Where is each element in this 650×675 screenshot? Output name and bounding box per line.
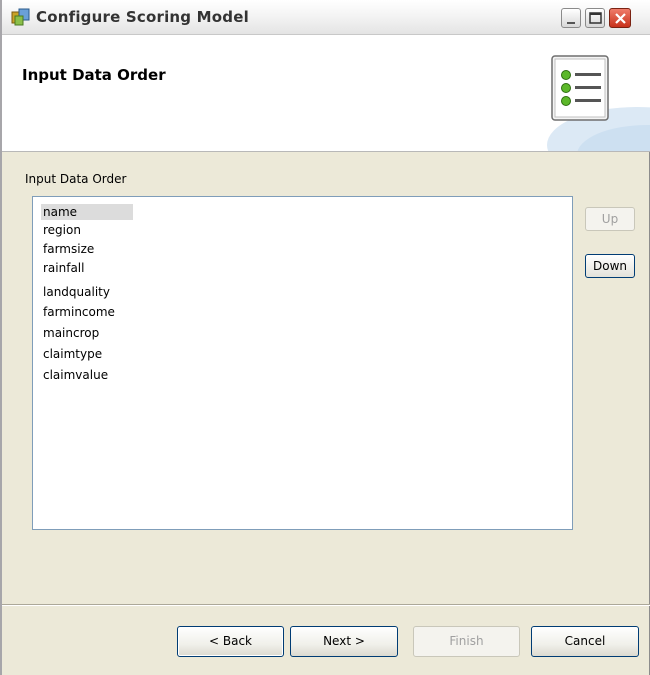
input-data-order-list[interactable]: name region farmsize rainfall landqualit…	[32, 196, 573, 530]
title-bar[interactable]: Configure Scoring Model	[2, 0, 650, 35]
configure-scoring-model-dialog: Configure Scoring Model Input Data Order	[0, 0, 650, 675]
minimize-button[interactable]	[561, 8, 581, 28]
cancel-button[interactable]: Cancel	[531, 626, 639, 657]
window-title: Configure Scoring Model	[36, 8, 249, 26]
list-item[interactable]: rainfall	[41, 260, 86, 276]
page-title: Input Data Order	[22, 66, 166, 84]
app-icon	[10, 7, 32, 27]
close-button[interactable]	[609, 8, 631, 28]
move-up-button[interactable]: Up	[585, 207, 635, 231]
next-button[interactable]: Next >	[290, 626, 398, 657]
maximize-icon	[589, 12, 602, 24]
list-item[interactable]: name	[41, 204, 133, 220]
list-item[interactable]: maincrop	[41, 325, 101, 341]
list-item[interactable]: claimtype	[41, 346, 104, 362]
finish-button[interactable]: Finish	[413, 626, 520, 657]
move-down-button[interactable]: Down	[585, 254, 635, 278]
list-item[interactable]: farmincome	[41, 304, 117, 320]
maximize-button[interactable]	[585, 8, 605, 28]
footer-divider	[2, 604, 650, 606]
list-item[interactable]: claimvalue	[41, 367, 110, 383]
close-icon	[615, 13, 626, 24]
list-icon	[551, 55, 609, 121]
input-data-order-label: Input Data Order	[25, 172, 127, 186]
list-item[interactable]: farmsize	[41, 241, 96, 257]
back-button[interactable]: < Back	[177, 626, 284, 657]
minimize-icon	[567, 22, 575, 24]
list-item[interactable]: landquality	[41, 284, 112, 300]
header-banner: Input Data Order	[2, 35, 650, 152]
list-item[interactable]: region	[41, 222, 83, 238]
